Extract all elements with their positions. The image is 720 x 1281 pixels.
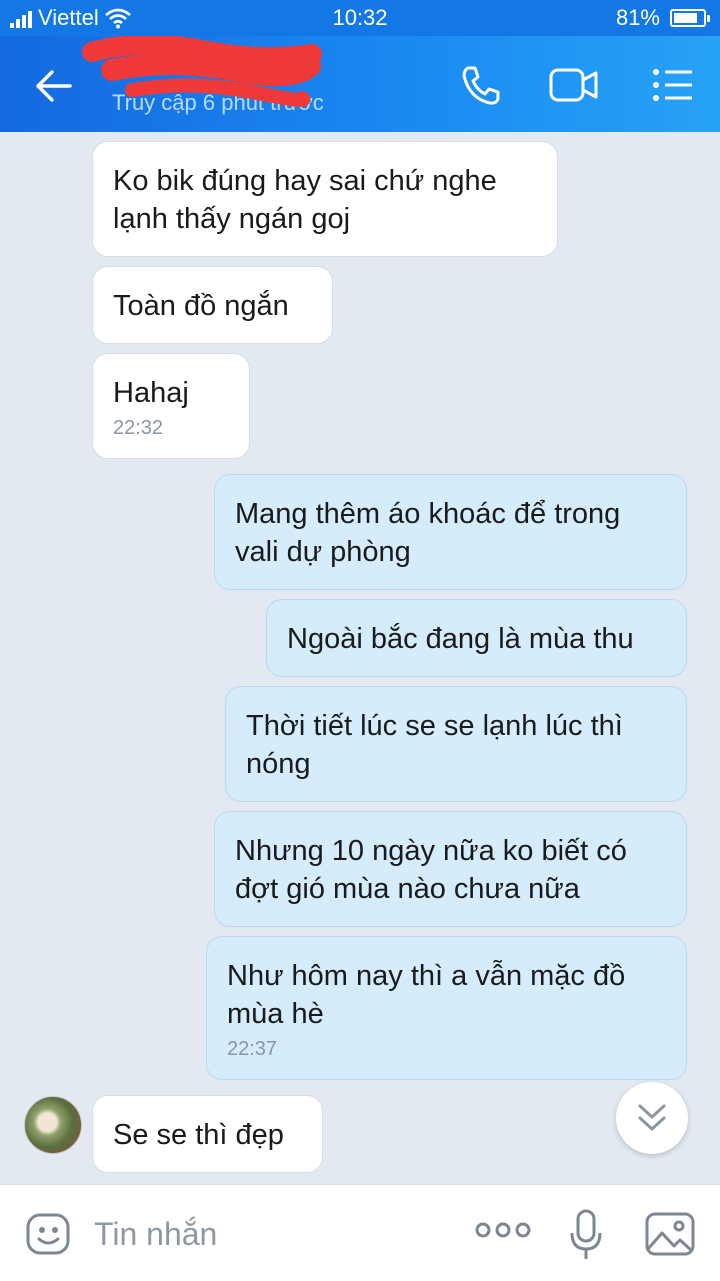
message-bubble-incoming[interactable]: Se se thì đẹp bbox=[92, 1095, 323, 1173]
phone-icon[interactable] bbox=[456, 62, 508, 108]
message-text: Nhưng 10 ngày nữa ko biết có đợt gió mùa… bbox=[235, 835, 627, 905]
chat-header: Truy cập 6 phút trước bbox=[0, 36, 720, 132]
message-bubble-incoming[interactable]: Hahaj 22:32 bbox=[92, 353, 250, 459]
scroll-to-bottom-button[interactable] bbox=[616, 1082, 688, 1154]
list-menu-icon[interactable] bbox=[648, 62, 700, 108]
message-bubble-outgoing[interactable]: Thời tiết lúc se se lạnh lúc thì nóng bbox=[225, 686, 687, 802]
battery-percent: 81% bbox=[615, 5, 660, 30]
message-bubble-incoming[interactable]: Ko bik đúng hay sai chứ nghe lạnh thấy n… bbox=[92, 141, 558, 257]
status-bar: Viettel 10:32 81% bbox=[0, 0, 720, 36]
message-bubble-incoming[interactable]: Toàn đồ ngắn bbox=[92, 266, 333, 344]
message-text: Như hôm nay thì a vẫn mặc đồ mùa hè bbox=[227, 960, 626, 1030]
video-camera-icon[interactable] bbox=[548, 62, 600, 108]
redaction-scribble bbox=[82, 36, 322, 107]
message-bubble-outgoing[interactable]: Mang thêm áo khoác để trong vali dự phòn… bbox=[214, 474, 687, 590]
message-bubble-outgoing[interactable]: Như hôm nay thì a vẫn mặc đồ mùa hè 22:3… bbox=[206, 936, 687, 1080]
clock: 10:32 bbox=[332, 5, 388, 30]
emoji-icon[interactable] bbox=[24, 1209, 74, 1259]
message-text: Hahaj bbox=[113, 377, 189, 409]
message-time: 22:32 bbox=[113, 417, 164, 439]
more-dots-icon[interactable] bbox=[474, 1215, 532, 1245]
double-chevron-down-icon bbox=[638, 1104, 666, 1131]
message-bubble-outgoing[interactable]: Nhưng 10 ngày nữa ko biết có đợt gió mùa… bbox=[214, 811, 687, 927]
contact-avatar[interactable] bbox=[24, 1096, 82, 1154]
battery-fill bbox=[674, 13, 697, 23]
microphone-icon[interactable] bbox=[566, 1207, 606, 1263]
battery-icon bbox=[670, 9, 710, 27]
image-icon[interactable] bbox=[644, 1209, 696, 1259]
message-bubble-outgoing[interactable]: Ngoài bắc đang là mùa thu bbox=[266, 599, 687, 677]
back-arrow-icon[interactable] bbox=[30, 62, 78, 110]
composer-bar bbox=[0, 1184, 720, 1281]
message-time: 22:37 bbox=[227, 1038, 278, 1060]
message-list[interactable]: Ko bik đúng hay sai chứ nghe lạnh thấy n… bbox=[0, 132, 720, 1184]
message-text: Mang thêm áo khoác để trong vali dự phòn… bbox=[235, 498, 621, 568]
message-text: Ngoài bắc đang là mùa thu bbox=[287, 623, 634, 655]
message-text: Thời tiết lúc se se lạnh lúc thì nóng bbox=[246, 710, 623, 780]
message-text: Se se thì đẹp bbox=[113, 1119, 284, 1151]
status-bar-right: 81% bbox=[615, 5, 710, 31]
message-input[interactable] bbox=[92, 1211, 436, 1257]
message-text: Toàn đồ ngắn bbox=[113, 290, 289, 322]
message-text: Ko bik đúng hay sai chứ nghe lạnh thấy n… bbox=[113, 165, 497, 235]
